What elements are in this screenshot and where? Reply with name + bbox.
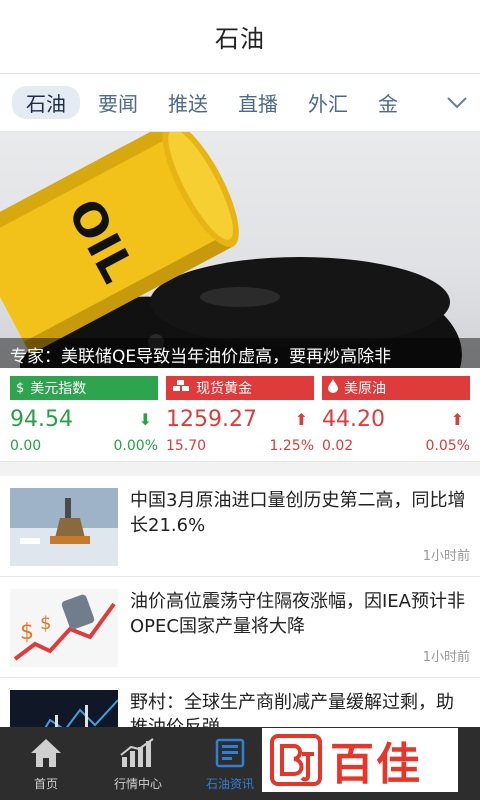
quote-us-crude[interactable]: 美原油 44.20 ⬆ 0.02 0.05% [322, 376, 470, 461]
quote-percent: 1.25% [269, 438, 314, 454]
news-thumbnail: $ $ [10, 589, 118, 667]
quote-price: 94.54 [10, 406, 73, 432]
tab-headlines[interactable]: 要闻 [98, 88, 138, 117]
nav-label: 石油资讯 [205, 777, 254, 791]
quote-percent: 0.05% [425, 438, 470, 454]
gold-bars-icon [172, 380, 190, 396]
quote-change: 0.02 [322, 438, 354, 454]
news-time: 1小时前 [422, 549, 470, 564]
quote-name: 现货黄金 [196, 381, 252, 397]
featured-banner[interactable]: OIL 专家：美联储QE导致当年油价虚高，要再炒高除非 [0, 132, 480, 368]
quote-price: 44.20 [322, 406, 385, 432]
tab-oil[interactable]: 石油 [12, 86, 80, 119]
page-title: 石油 [215, 25, 265, 53]
chevron-down-icon[interactable] [446, 92, 468, 114]
quote-usd-index[interactable]: $ 美元指数 94.54 ⬇ 0.00 0.00% [10, 376, 158, 461]
quote-change: 0.00 [10, 438, 42, 454]
quote-percent: 0.00% [113, 438, 158, 454]
tab-forex[interactable]: 外汇 [308, 88, 348, 117]
quote-price: 1259.27 [166, 406, 257, 432]
nav-label: 行情中心 [113, 777, 162, 791]
news-time: 1小时前 [422, 650, 470, 665]
nav-home[interactable]: 首页 [0, 727, 92, 800]
nav-label: 首页 [33, 777, 58, 791]
banner-caption: 专家：美联储QE导致当年油价虚高，要再炒高除非 [0, 338, 480, 368]
nav-market[interactable]: 行情中心 [92, 727, 184, 800]
quote-header: $ 美元指数 [10, 376, 158, 400]
oil-drop-icon [328, 379, 338, 397]
arrow-up-icon: ⬆ [450, 409, 464, 429]
svg-text:$: $ [20, 620, 34, 645]
svg-text:$: $ [40, 613, 51, 634]
home-icon [26, 735, 66, 771]
list-item[interactable]: 中国3月原油进口量创历史第二高，同比增长21.6% 1小时前 [0, 476, 480, 577]
quote-header: 美原油 [322, 376, 470, 400]
news-title: 中国3月原油进口量创历史第二高，同比增长21.6% [130, 490, 466, 536]
news-thumbnail [10, 488, 118, 566]
quote-header: 现货黄金 [166, 376, 314, 400]
tab-push[interactable]: 推送 [168, 88, 208, 117]
oil-barrel-image: OIL [0, 132, 462, 368]
news-title: 油价高位震荡守住隔夜涨幅，因IEA预计非OPEC国家产量将大降 [130, 591, 465, 637]
tab-live[interactable]: 直播 [238, 88, 278, 117]
list-item[interactable]: $ $ 油价高位震荡守住隔夜涨幅，因IEA预计非OPEC国家产量将大降 1小时前 [0, 577, 480, 678]
dollar-icon: $ [16, 380, 25, 396]
watermark: 百佳 [262, 728, 458, 792]
arrow-up-icon: ⬆ [294, 409, 308, 429]
market-quotes: $ 美元指数 94.54 ⬇ 0.00 0.00% 现货黄金 1259.27 ⬆… [0, 368, 480, 462]
quote-spot-gold[interactable]: 现货黄金 1259.27 ⬆ 15.70 1.25% [166, 376, 314, 461]
category-tabs: 石油 要闻 推送 直播 外汇 金 [0, 74, 480, 132]
quote-name: 美原油 [344, 381, 386, 397]
chart-icon [118, 735, 158, 771]
arrow-down-icon: ⬇ [138, 409, 152, 429]
quote-name: 美元指数 [30, 381, 87, 397]
news-icon [210, 735, 250, 771]
tabs-fade [400, 74, 440, 131]
watermark-text: 百佳 [330, 739, 422, 790]
app-header: 石油 [0, 0, 480, 74]
tab-gold[interactable]: 金 [378, 88, 398, 117]
watermark-logo-icon [268, 732, 324, 788]
quote-change: 15.70 [166, 438, 207, 454]
